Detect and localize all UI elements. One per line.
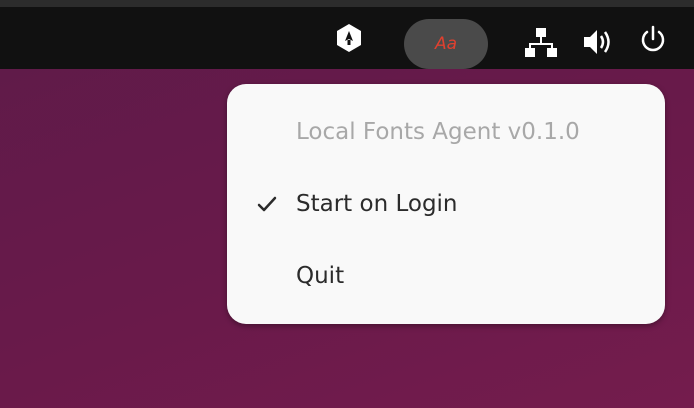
font-agent-icon[interactable]: Aa bbox=[404, 19, 488, 69]
power-icon[interactable] bbox=[638, 25, 668, 55]
network-icon[interactable] bbox=[524, 26, 558, 60]
checkmark-icon bbox=[257, 194, 277, 220]
start-on-login-item[interactable]: Start on Login bbox=[227, 176, 665, 232]
menu-header: Local Fonts Agent v0.1.0 bbox=[227, 104, 665, 160]
font-agent-label: Aa bbox=[434, 34, 458, 54]
top-bar: Aa bbox=[0, 7, 694, 69]
start-on-login-label: Start on Login bbox=[296, 191, 458, 217]
menu-header-label: Local Fonts Agent v0.1.0 bbox=[296, 119, 580, 145]
screen-top-edge bbox=[0, 0, 694, 7]
volume-icon[interactable] bbox=[582, 27, 614, 57]
app-indicator-icon[interactable] bbox=[333, 22, 365, 54]
quit-item[interactable]: Quit bbox=[227, 248, 665, 304]
quit-label: Quit bbox=[296, 263, 345, 289]
font-agent-menu: Local Fonts Agent v0.1.0 Start on Login … bbox=[227, 84, 665, 324]
